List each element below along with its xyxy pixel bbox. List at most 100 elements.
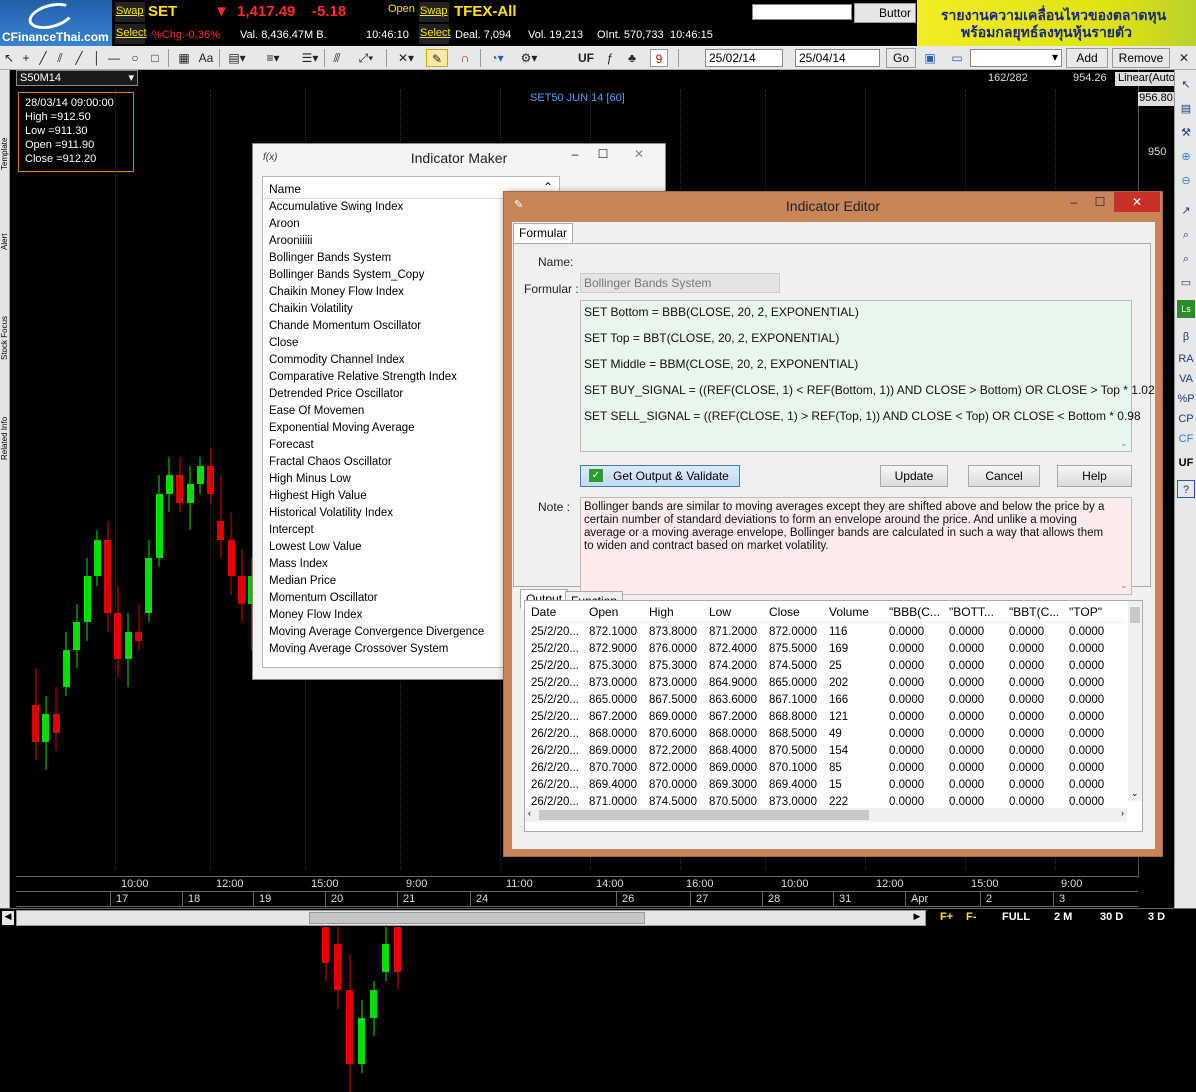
folder-icon[interactable]: ▭ [944,49,970,67]
scrollbar-thumb[interactable] [1130,607,1140,623]
range-2m-button[interactable]: 2 M [1054,911,1072,923]
update-button[interactable]: Update [880,465,948,487]
zoom-in-circle-icon[interactable]: ⊕ [1177,148,1195,166]
cursor-select-icon[interactable]: ↗ [1177,202,1195,220]
column-header[interactable]: Volume [829,605,885,619]
horizontal-line-icon[interactable]: — [106,49,122,67]
layout-select[interactable]: ▾ [970,49,1062,67]
chevron-down-icon[interactable]: ⌄ [1120,438,1128,449]
delete-tool-icon[interactable]: ✕▾ [392,49,420,67]
fibonacci-icon[interactable]: ▤▾ [225,49,249,67]
search-button[interactable]: Buttor [854,3,916,23]
add-button[interactable]: Add [1066,48,1108,68]
table-row[interactable]: 25/2/20... 872.9000 876.0000 872.4000 875.50… [525,641,1125,658]
column-header[interactable]: Low [709,605,765,619]
maximize-icon[interactable]: ☐ [593,144,613,164]
chevron-down-icon[interactable]: ⌄ [1120,579,1128,592]
select-button-tfex[interactable]: Select [419,24,451,44]
tools-icon[interactable]: ⚒ [1177,124,1195,142]
close-icon[interactable]: ✕ [619,144,659,164]
tab-formular[interactable]: Formular [513,223,574,243]
clock-icon[interactable]: ◔▾ [484,49,510,67]
go-button[interactable]: Go [886,48,916,68]
horizontal-scrollbar[interactable]: ‹ › [525,808,1127,822]
ra-button[interactable]: RA [1177,350,1195,368]
full-range-button[interactable]: FULL [1002,911,1030,923]
column-header[interactable]: "BBT(C... [1009,605,1065,619]
indicator-editor-titlebar[interactable]: ✎ Indicator Editor – ☐ ✕ [504,192,1162,218]
zoom-in-button[interactable]: F+ [940,911,953,923]
beta-button[interactable]: β [1177,328,1195,346]
column-header[interactable]: Date [531,605,587,619]
zoom-out-button[interactable]: F- [966,911,976,923]
pencil-icon[interactable]: ✎ [426,49,448,67]
column-header[interactable]: "TOP" [1069,605,1125,619]
cancel-button[interactable]: Cancel [968,465,1040,487]
rectangle-icon[interactable]: □ [147,49,163,67]
indicator-maker-titlebar[interactable]: f(x) Indicator Maker – ☐ ✕ [253,144,665,170]
get-output-validate-button[interactable]: ✓ Get Output & Validate [580,465,740,487]
scrollbar-thumb[interactable] [539,810,869,820]
formula-scrollbar[interactable]: ⌄ [1117,301,1131,451]
column-header[interactable]: Close [769,605,825,619]
note-scrollbar[interactable]: ⌄ [1117,498,1131,594]
save-layout-icon[interactable]: ▣ [920,49,940,67]
column-header[interactable]: High [649,605,705,619]
pointer-icon[interactable]: ↖ [2,49,16,67]
remove-button[interactable]: Remove [1112,48,1170,68]
settings-icon[interactable]: ⚙▾ [518,49,540,67]
name-field[interactable]: Bollinger Bands System [580,273,780,293]
scale-mode-label[interactable]: Linear(Auto [1115,72,1175,86]
help-button[interactable]: Help [1057,465,1132,487]
line-style-icon[interactable]: ≡▾ [258,49,288,67]
image-icon[interactable]: ▦ [175,49,193,67]
alert-icon[interactable]: ♣ [624,49,640,67]
cfinancethai-logo[interactable]: CFinanceThai.com [0,0,112,46]
template-tab[interactable]: Template [0,100,10,170]
table-row[interactable]: 25/2/20... 865.0000 867.5000 863.6000 867.10… [525,692,1125,709]
chevron-down-icon[interactable]: ⌄ [1131,788,1139,799]
help-icon[interactable]: ? [1177,480,1195,498]
uf-button[interactable]: UF [576,49,596,67]
crosshair-icon[interactable]: + [18,49,34,67]
maximize-icon[interactable]: ☐ [1090,192,1110,212]
swap-button-set[interactable]: Swap [115,2,145,22]
stock-focus-tab[interactable]: Stock Focus [0,270,10,360]
table-row[interactable]: 26/2/20... 868.0000 870.6000 868.0000 868.50… [525,726,1125,743]
cursor-icon[interactable]: ↖ [1177,76,1195,94]
related-info-tab[interactable]: Related Info [0,370,10,460]
magnet-icon[interactable]: ∩ [454,49,476,67]
calendar-icon[interactable]: 9 [650,49,668,67]
close-icon[interactable]: ✕ [1114,192,1160,212]
cf-button[interactable]: CF [1177,430,1195,448]
table-row[interactable]: 26/2/20... 870.7000 872.0000 869.0000 870.10… [525,760,1125,777]
zoom-out-circle-icon[interactable]: ⊖ [1177,172,1195,190]
parallel-tool-icon[interactable]: ⫻ [328,49,346,67]
output-grid[interactable]: Date Open High Low Close Volume "BBB(C... "BOTT… [524,600,1143,832]
formula-editor[interactable]: SET Bottom = BBB(CLOSE, 20, 2, EXPONENTI… [580,300,1155,452]
minimize-icon[interactable]: – [565,144,585,164]
formula-icon[interactable]: ƒ [602,49,618,67]
table-row[interactable]: 25/2/20... 867.2000 869.0000 867.2000 868.80… [525,709,1125,726]
column-header[interactable]: Open [589,605,645,619]
chevron-right-icon[interactable]: › [1121,808,1124,818]
alert-tab[interactable]: Alert [0,200,10,250]
column-header[interactable]: "BBB(C... [889,605,945,619]
trendline-icon[interactable]: ╱ [72,49,86,67]
monitor-icon[interactable]: ▭ [1177,274,1195,292]
magnify-plus-icon[interactable]: ⌕ [1177,226,1195,244]
symbol-selector[interactable]: S50M14 ▾ [16,70,138,86]
channel-tool-icon[interactable]: ⫽ [52,49,68,67]
scrollbar-thumb[interactable] [309,912,645,924]
magnify-minus-icon[interactable]: ⌕ [1177,250,1195,268]
scroll-left-icon[interactable]: ◀ [2,911,14,925]
date-to-field[interactable]: 25/04/14 [795,49,880,67]
promo-banner[interactable]: รายงานความเคลื่อนไหวของตลาดหุน พร้อมกลยุ… [917,0,1196,46]
range-30d-button[interactable]: 30 D [1100,911,1123,923]
date-from-field[interactable]: 25/02/14 [705,49,783,67]
horizontal-scrollbar[interactable] [16,910,926,926]
column-header[interactable]: "BOTT... [949,605,1005,619]
va-button[interactable]: VA [1177,370,1195,388]
line-width-icon[interactable]: ☰▾ [298,49,322,67]
quick-search-input[interactable] [752,4,852,20]
